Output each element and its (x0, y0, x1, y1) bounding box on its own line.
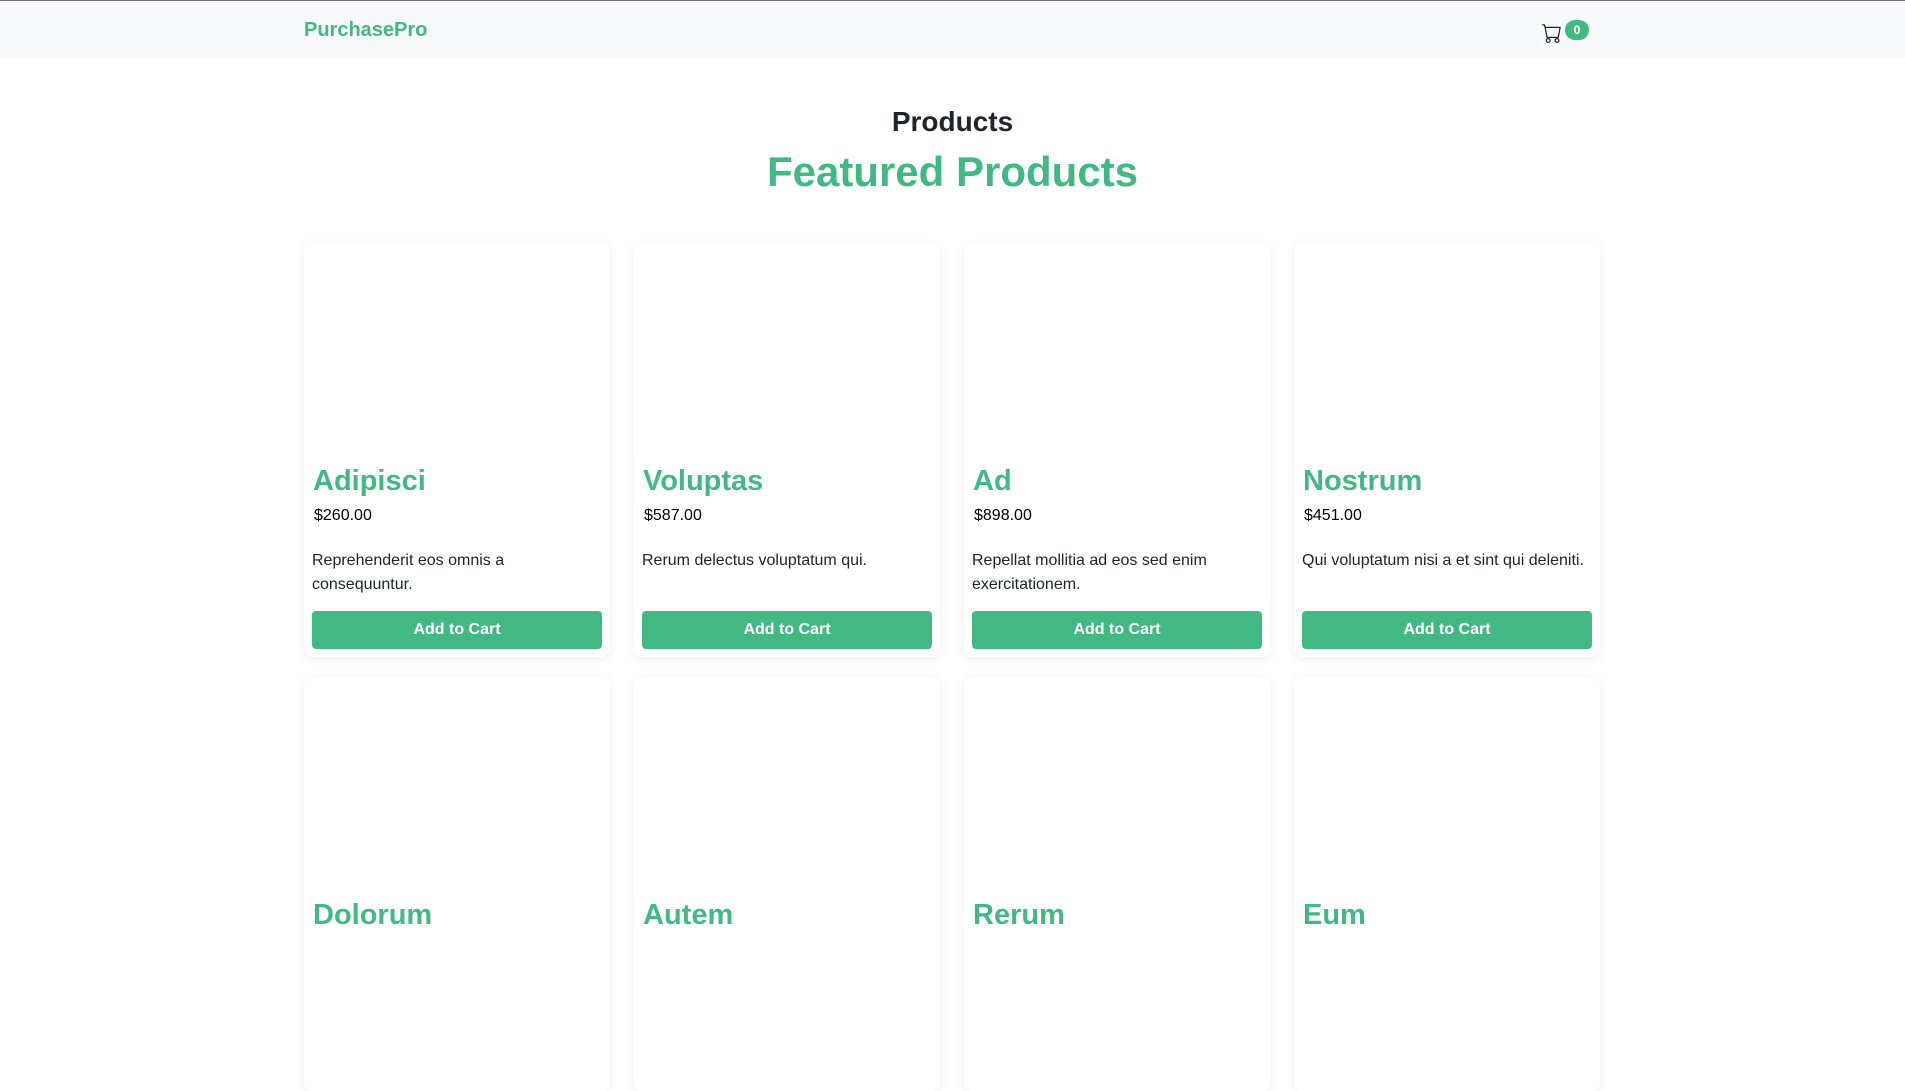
cart-button[interactable]: 0 (1542, 20, 1592, 43)
product-name: Autem (643, 899, 734, 931)
product-image (634, 677, 940, 892)
product-name: Dolorum (313, 899, 433, 931)
product-name: Nostrum (1303, 465, 1423, 497)
product-name: Adipisci (313, 465, 426, 497)
product-card: Voluptas $587.00 Rerum delectus voluptat… (634, 243, 940, 657)
add-to-cart-button[interactable]: Add to Cart (972, 611, 1262, 649)
product-card: Eum (1294, 677, 1600, 1091)
product-price: $260.00 (314, 507, 372, 524)
page-title: Products (891, 106, 1014, 137)
product-image (1294, 243, 1600, 458)
product-grid: Adipisci $260.00 Reprehenderit eos omnis… (304, 243, 1600, 1091)
product-description: Rerum delectus voluptatum qui. (642, 552, 867, 569)
add-to-cart-button[interactable]: Add to Cart (312, 611, 602, 649)
product-name: Voluptas (643, 465, 764, 497)
product-card: Nostrum $451.00 Qui voluptatum nisi a et… (1294, 243, 1600, 657)
add-to-cart-button[interactable]: Add to Cart (1302, 611, 1592, 649)
cart-count-badge: 0 (1565, 20, 1589, 40)
brand-logo-link[interactable]: PurchasePro (304, 19, 427, 42)
product-name: Ad (973, 465, 1012, 497)
product-price: $898.00 (974, 507, 1032, 524)
product-image (634, 243, 940, 458)
product-description: Qui voluptatum nisi a et sint qui deleni… (1302, 552, 1584, 569)
product-card: Ad $898.00 Repellat mollitia ad eos sed … (964, 243, 1270, 657)
product-image (964, 677, 1270, 892)
product-name: Eum (1303, 899, 1366, 931)
product-image (304, 677, 610, 892)
product-card: Dolorum (304, 677, 610, 1091)
product-price: $451.00 (1304, 507, 1362, 524)
navbar: PurchasePro 0 (0, 0, 1905, 57)
product-image (1294, 677, 1600, 892)
featured-products-heading: Featured Products (766, 148, 1139, 195)
product-description: Repellat mollitia ad eos sed enim exerci… (972, 552, 1207, 593)
product-price: $587.00 (644, 507, 702, 524)
product-description: Reprehenderit eos omnis a consequuntur. (312, 552, 505, 593)
product-card: Adipisci $260.00 Reprehenderit eos omnis… (304, 243, 610, 657)
product-image (964, 243, 1270, 458)
product-image (304, 243, 610, 458)
add-to-cart-button[interactable]: Add to Cart (642, 611, 932, 649)
product-name: Rerum (973, 899, 1065, 931)
product-card: Rerum (964, 677, 1270, 1091)
cart-icon (1542, 24, 1561, 43)
product-card: Autem (634, 677, 940, 1091)
